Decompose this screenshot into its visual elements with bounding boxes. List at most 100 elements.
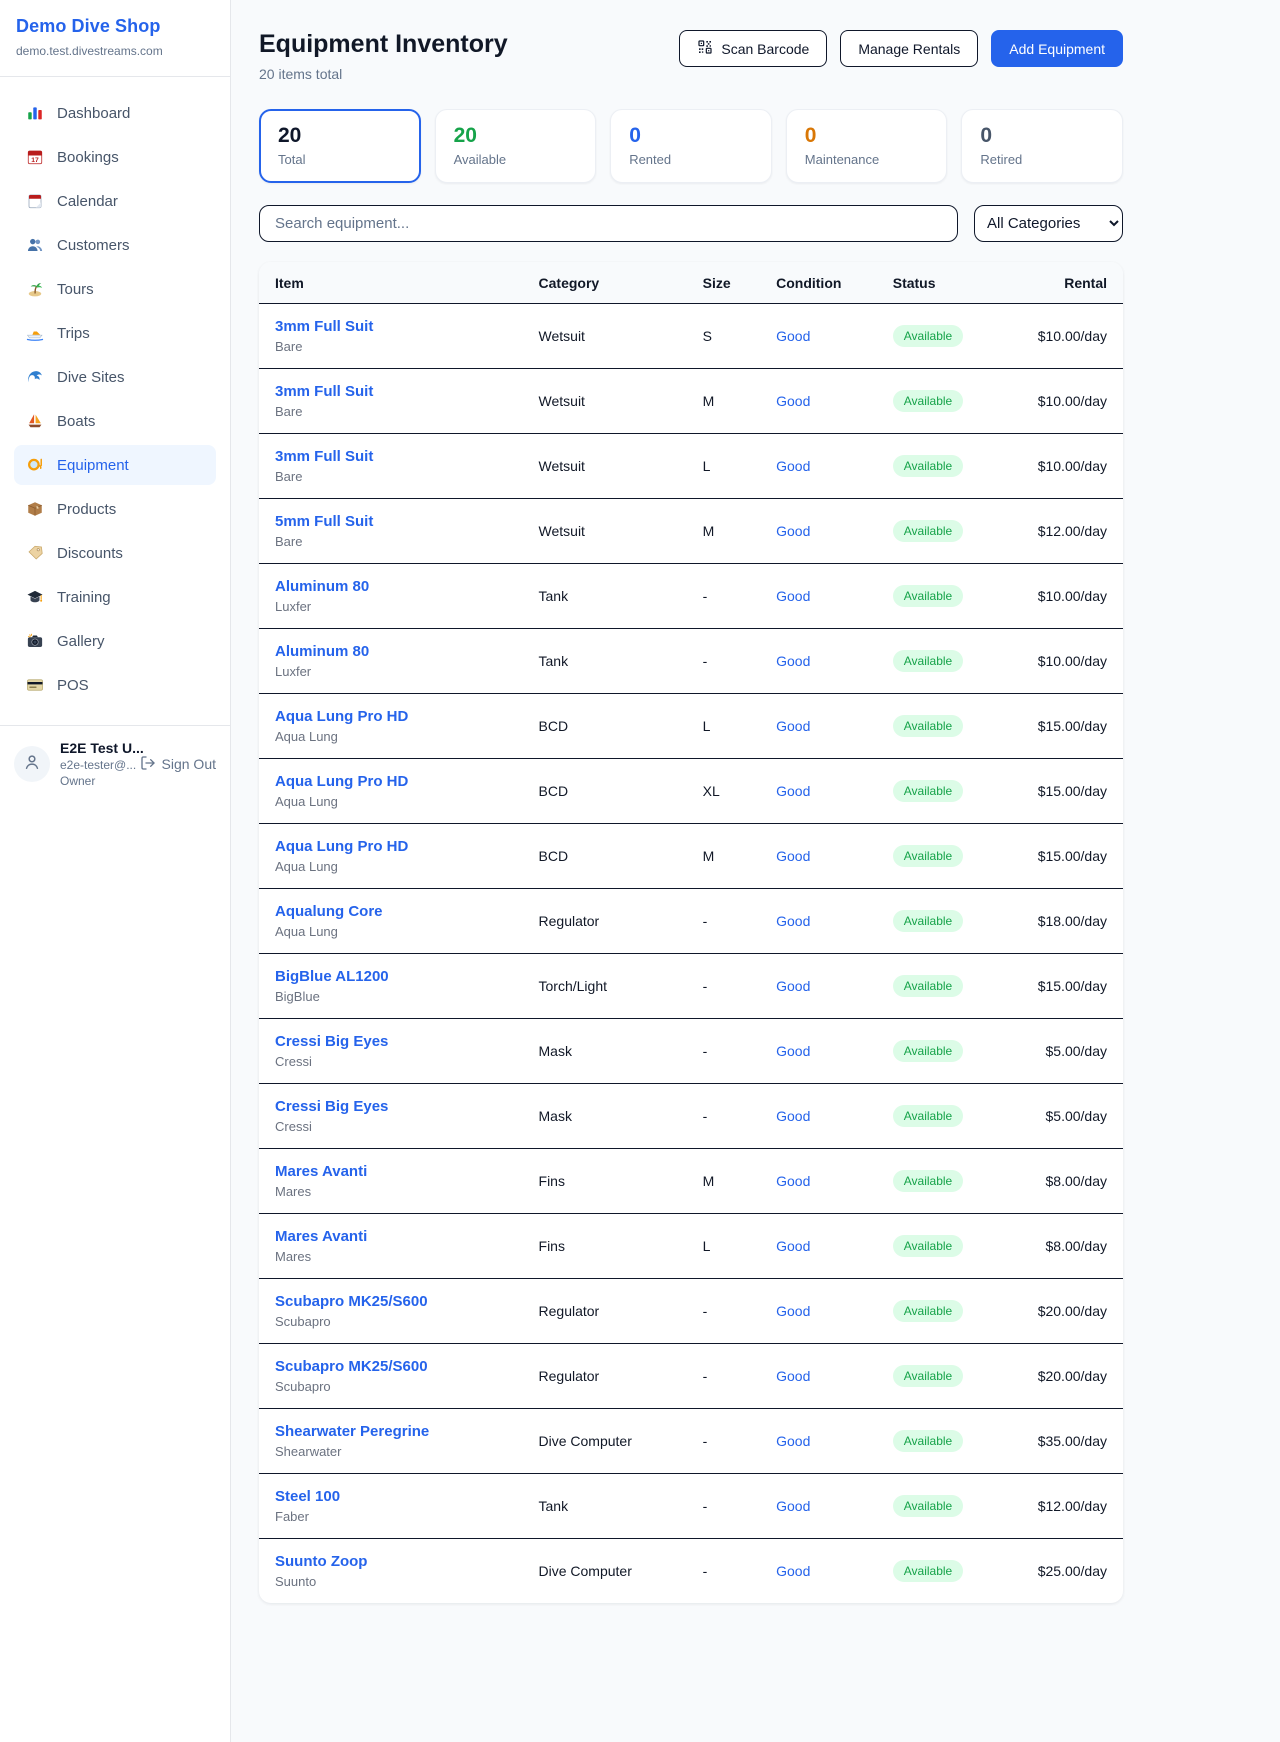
item-rental: $35.00/day xyxy=(991,1409,1123,1474)
filters-row: All Categories xyxy=(259,205,1123,242)
item-size: - xyxy=(687,564,760,629)
condition-link[interactable]: Good xyxy=(776,978,810,994)
user-role: Owner xyxy=(60,774,130,788)
item-name-link[interactable]: 3mm Full Suit xyxy=(275,318,507,335)
condition-link[interactable]: Good xyxy=(776,718,810,734)
stat-card-total[interactable]: 20Total xyxy=(259,109,421,183)
condition-link[interactable]: Good xyxy=(776,653,810,669)
sidebar-item-discounts[interactable]: Discounts xyxy=(14,533,216,573)
item-name-link[interactable]: Aqua Lung Pro HD xyxy=(275,838,507,855)
sidebar-item-bookings[interactable]: 17Bookings xyxy=(14,137,216,177)
sidebar-item-equipment[interactable]: Equipment xyxy=(14,445,216,485)
sign-out-button[interactable]: Sign Out xyxy=(140,755,216,774)
item-name-link[interactable]: Scubapro MK25/S600 xyxy=(275,1358,507,1375)
stat-card-maintenance[interactable]: 0Maintenance xyxy=(786,109,948,183)
condition-link[interactable]: Good xyxy=(776,1303,810,1319)
equipment-table-card: Item Category Size Condition Status Rent… xyxy=(259,262,1123,1603)
item-brand: Cressi xyxy=(275,1119,507,1134)
item-name-link[interactable]: BigBlue AL1200 xyxy=(275,968,507,985)
item-rental: $20.00/day xyxy=(991,1279,1123,1344)
item-size: - xyxy=(687,629,760,694)
condition-link[interactable]: Good xyxy=(776,1368,810,1384)
condition-link[interactable]: Good xyxy=(776,588,810,604)
item-name-link[interactable]: Shearwater Peregrine xyxy=(275,1423,507,1440)
table-row: Suunto ZoopSuuntoDive Computer-GoodAvail… xyxy=(259,1539,1123,1604)
item-rental: $15.00/day xyxy=(991,954,1123,1019)
table-row: 3mm Full SuitBareWetsuitMGoodAvailable$1… xyxy=(259,369,1123,434)
stat-card-rented[interactable]: 0Rented xyxy=(610,109,772,183)
sidebar-item-training[interactable]: Training xyxy=(14,577,216,617)
item-name-link[interactable]: Suunto Zoop xyxy=(275,1553,507,1570)
condition-link[interactable]: Good xyxy=(776,1173,810,1189)
item-category: Tank xyxy=(523,629,687,694)
item-name-link[interactable]: 3mm Full Suit xyxy=(275,383,507,400)
manage-rentals-button[interactable]: Manage Rentals xyxy=(840,30,978,67)
item-name-link[interactable]: 5mm Full Suit xyxy=(275,513,507,530)
sidebar-header: Demo Dive Shop demo.test.divestreams.com xyxy=(0,0,230,77)
table-row: Scubapro MK25/S600ScubaproRegulator-Good… xyxy=(259,1279,1123,1344)
item-name-link[interactable]: Aluminum 80 xyxy=(275,578,507,595)
add-equipment-label: Add Equipment xyxy=(1009,41,1105,57)
island-icon xyxy=(26,280,44,298)
sidebar-item-tours[interactable]: Tours xyxy=(14,269,216,309)
item-rental: $15.00/day xyxy=(991,694,1123,759)
condition-link[interactable]: Good xyxy=(776,783,810,799)
sidebar-item-boats[interactable]: Boats xyxy=(14,401,216,441)
condition-link[interactable]: Good xyxy=(776,1498,810,1514)
user-email: e2e-tester@... xyxy=(60,758,130,772)
condition-link[interactable]: Good xyxy=(776,1563,810,1579)
condition-link[interactable]: Good xyxy=(776,1043,810,1059)
column-header-status: Status xyxy=(877,262,991,304)
add-equipment-button[interactable]: Add Equipment xyxy=(991,30,1123,67)
sidebar-item-gallery[interactable]: Gallery xyxy=(14,621,216,661)
item-category: Dive Computer xyxy=(523,1539,687,1604)
status-badge: Available xyxy=(893,455,963,477)
item-name-link[interactable]: Aqua Lung Pro HD xyxy=(275,708,507,725)
page-header: Equipment Inventory 20 items total Scan … xyxy=(259,30,1123,82)
status-badge: Available xyxy=(893,715,963,737)
sidebar-item-dive-sites[interactable]: Dive Sites xyxy=(14,357,216,397)
shop-title: Demo Dive Shop xyxy=(16,16,214,37)
stat-card-available[interactable]: 20Available xyxy=(435,109,597,183)
table-row: 5mm Full SuitBareWetsuitMGoodAvailable$1… xyxy=(259,499,1123,564)
item-name-link[interactable]: Cressi Big Eyes xyxy=(275,1033,507,1050)
item-name-link[interactable]: Mares Avanti xyxy=(275,1163,507,1180)
sidebar-item-calendar[interactable]: Calendar xyxy=(14,181,216,221)
table-row: Mares AvantiMaresFinsMGoodAvailable$8.00… xyxy=(259,1149,1123,1214)
sidebar-item-customers[interactable]: Customers xyxy=(14,225,216,265)
category-filter[interactable]: All Categories xyxy=(974,205,1123,242)
item-name-link[interactable]: Aluminum 80 xyxy=(275,643,507,660)
condition-link[interactable]: Good xyxy=(776,523,810,539)
sidebar-item-products[interactable]: Products xyxy=(14,489,216,529)
stat-value: 0 xyxy=(980,123,1104,148)
condition-link[interactable]: Good xyxy=(776,393,810,409)
condition-link[interactable]: Good xyxy=(776,458,810,474)
condition-link[interactable]: Good xyxy=(776,328,810,344)
item-name-link[interactable]: 3mm Full Suit xyxy=(275,448,507,465)
condition-link[interactable]: Good xyxy=(776,913,810,929)
item-category: Regulator xyxy=(523,889,687,954)
scan-barcode-button[interactable]: Scan Barcode xyxy=(679,30,827,67)
condition-link[interactable]: Good xyxy=(776,1433,810,1449)
sidebar-item-pos[interactable]: POS xyxy=(14,665,216,705)
item-name-link[interactable]: Scubapro MK25/S600 xyxy=(275,1293,507,1310)
item-category: Dive Computer xyxy=(523,1409,687,1474)
condition-link[interactable]: Good xyxy=(776,1108,810,1124)
item-name-link[interactable]: Mares Avanti xyxy=(275,1228,507,1245)
condition-link[interactable]: Good xyxy=(776,848,810,864)
stat-card-retired[interactable]: 0Retired xyxy=(961,109,1123,183)
shop-domain: demo.test.divestreams.com xyxy=(16,44,214,58)
item-name-link[interactable]: Steel 100 xyxy=(275,1488,507,1505)
item-name-link[interactable]: Cressi Big Eyes xyxy=(275,1098,507,1115)
column-header-category: Category xyxy=(523,262,687,304)
column-header-rental: Rental xyxy=(991,262,1123,304)
condition-link[interactable]: Good xyxy=(776,1238,810,1254)
table-row: Aqua Lung Pro HDAqua LungBCDLGoodAvailab… xyxy=(259,694,1123,759)
package-icon xyxy=(26,500,44,518)
search-input[interactable] xyxy=(259,205,958,242)
sidebar-item-dashboard[interactable]: Dashboard xyxy=(14,93,216,133)
sidebar-item-trips[interactable]: Trips xyxy=(14,313,216,353)
item-name-link[interactable]: Aqua Lung Pro HD xyxy=(275,773,507,790)
item-name-link[interactable]: Aqualung Core xyxy=(275,903,507,920)
wave-icon xyxy=(26,368,44,386)
